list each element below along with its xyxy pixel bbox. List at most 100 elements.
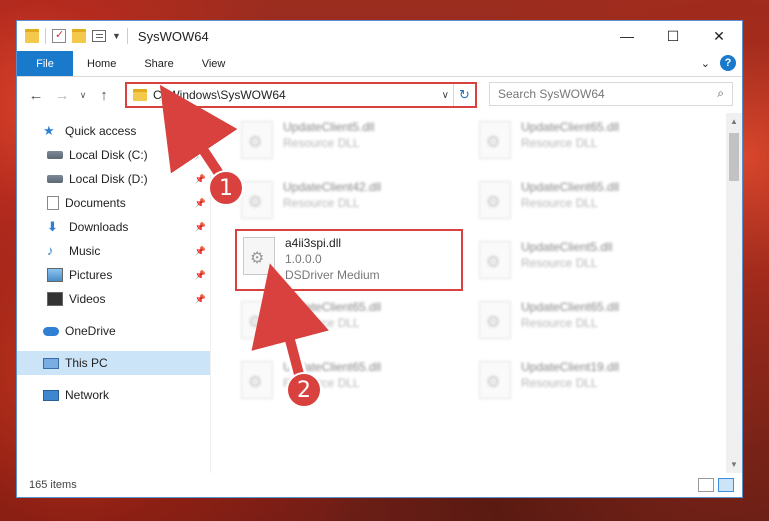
sidebar-item-downloads[interactable]: ⬇ Downloads 📌 [17,215,210,239]
sidebar-item-local-disk-c[interactable]: Local Disk (C:) 📌 [17,143,210,167]
documents-icon [47,196,59,210]
file-item[interactable]: UpdateClient65.dllResource DLL [235,295,455,347]
sidebar-item-onedrive[interactable]: OneDrive [17,319,210,343]
dll-file-icon [241,181,273,219]
refresh-icon[interactable]: ↻ [453,84,475,106]
file-item[interactable]: UpdateClient5.dll Resource DLL [235,115,455,167]
file-item[interactable]: UpdateClient65.dllResource DLL [473,115,693,167]
minimize-button[interactable]: — [604,21,650,51]
customize-toolbar-dropdown-icon[interactable]: ▼ [112,31,121,41]
ribbon-right: ⌄ ? [701,55,736,71]
expand-ribbon-icon[interactable]: ⌄ [701,57,710,70]
view-toggles [698,478,734,492]
scroll-up-icon[interactable]: ▲ [726,117,742,126]
sidebar-item-pictures[interactable]: Pictures 📌 [17,263,210,287]
file-item[interactable]: UpdateClient42.dll Resource DLL [235,175,455,227]
title-bar: ▼ SysWOW64 — ☐ ✕ [17,21,742,51]
file-description: Resource DLL [521,196,598,210]
file-description: Resource DLL [283,316,360,330]
file-name: UpdateClient5.dll [521,240,613,254]
new-folder-icon[interactable] [72,29,86,43]
videos-icon [47,292,63,306]
sidebar-item-local-disk-d[interactable]: Local Disk (D:) 📌 [17,167,210,191]
sidebar-item-network[interactable]: Network [17,383,210,407]
tab-file[interactable]: File [17,51,73,76]
tab-view[interactable]: View [188,51,240,76]
sidebar-item-label: Network [65,388,110,402]
scroll-down-icon[interactable]: ▼ [726,460,742,469]
file-item[interactable]: UpdateClient5.dll Resource DLL [473,235,693,287]
magnifier-icon: ⌕ [717,86,724,100]
ribbon-tabs: File Home Share View ⌄ ? [17,51,742,77]
file-name: a4ii3spi.dll [285,236,342,250]
disk-icon [47,175,63,183]
sidebar-item-quick-access[interactable]: ★ Quick access [17,119,210,143]
recent-locations-chevron-icon[interactable]: ∨ [77,90,89,101]
sidebar-item-label: Local Disk (D:) [69,172,148,186]
file-item[interactable]: UpdateClient65.dllResource DLL [235,355,455,407]
sidebar-item-this-pc[interactable]: This PC [17,351,210,375]
sidebar-item-label: Pictures [69,268,113,282]
pin-icon: 📌 [194,197,206,208]
main-content: ★ Quick access Local Disk (C:) 📌 Local D… [17,113,742,473]
sidebar-item-music[interactable]: ♪ Music 📌 [17,239,210,263]
address-bar[interactable]: C:\Windows\SysWOW64 ∨ ↻ [125,82,477,108]
address-dropdown-icon[interactable]: ∨ [442,90,449,101]
maximize-button[interactable]: ☐ [650,21,696,51]
dll-file-icon [479,361,511,399]
file-name: UpdateClient19.dll [521,360,620,374]
pin-icon: 📌 [194,221,206,232]
search-placeholder: Search SysWOW64 [498,87,605,101]
folder-icon[interactable] [25,29,39,43]
star-icon: ★ [43,123,55,138]
tab-share[interactable]: Share [130,51,187,76]
file-name: UpdateClient5.dll [283,120,375,134]
properties-check-icon[interactable] [52,28,66,43]
sidebar-item-label: Documents [65,196,126,210]
tab-home[interactable]: Home [73,51,130,76]
dll-file-icon [479,181,511,219]
sidebar-item-documents[interactable]: Documents 📌 [17,191,210,215]
back-arrow-icon[interactable]: ← [25,87,47,104]
sidebar-item-label: This PC [65,356,108,370]
dll-file-icon [479,301,511,339]
file-name: UpdateClient65.dll [521,180,620,194]
file-description: Resource DLL [521,136,598,150]
file-description: Resource DLL [521,256,598,270]
separator [126,28,128,44]
details-view-icon[interactable] [698,478,714,492]
item-count: 165 items [29,479,77,491]
file-item[interactable]: UpdateClient65.dllResource DLL [473,295,693,347]
onedrive-icon [43,326,59,336]
scrollbar-thumb[interactable] [729,133,739,181]
address-path[interactable]: C:\Windows\SysWOW64 [153,88,442,102]
pin-icon: 📌 [194,149,206,160]
forward-arrow-icon[interactable]: → [51,87,73,104]
large-icons-view-icon[interactable] [718,478,734,492]
callout-1: 1 [208,170,244,206]
file-description: Resource DLL [283,136,360,150]
file-name: UpdateClient42.dll [283,180,382,194]
sidebar-item-videos[interactable]: Videos 📌 [17,287,210,311]
pc-icon [43,357,59,369]
sidebar-item-label: Local Disk (C:) [69,148,148,162]
up-arrow-icon[interactable]: ↑ [93,87,115,104]
file-item-a4ii3spi[interactable]: a4ii3spi.dll 1.0.0.0 DSDriver Medium [235,229,463,291]
dll-file-icon [241,301,273,339]
file-description: Resource DLL [283,196,360,210]
properties-icon[interactable] [92,30,106,42]
downloads-icon: ⬇ [47,219,58,234]
nav-buttons: ← → ∨ ↑ [17,87,115,104]
sidebar-item-label: Videos [69,292,106,306]
help-icon[interactable]: ? [720,55,736,71]
close-button[interactable]: ✕ [696,21,742,51]
file-item[interactable]: UpdateClient65.dll Resource DLL [473,175,693,227]
window-controls: — ☐ ✕ [604,21,742,51]
file-item[interactable]: UpdateClient19.dll Resource DLL [473,355,693,407]
search-input[interactable]: Search SysWOW64 ⌕ [489,82,733,106]
vertical-scrollbar[interactable]: ▲ ▼ [726,113,742,473]
music-icon: ♪ [47,243,54,258]
